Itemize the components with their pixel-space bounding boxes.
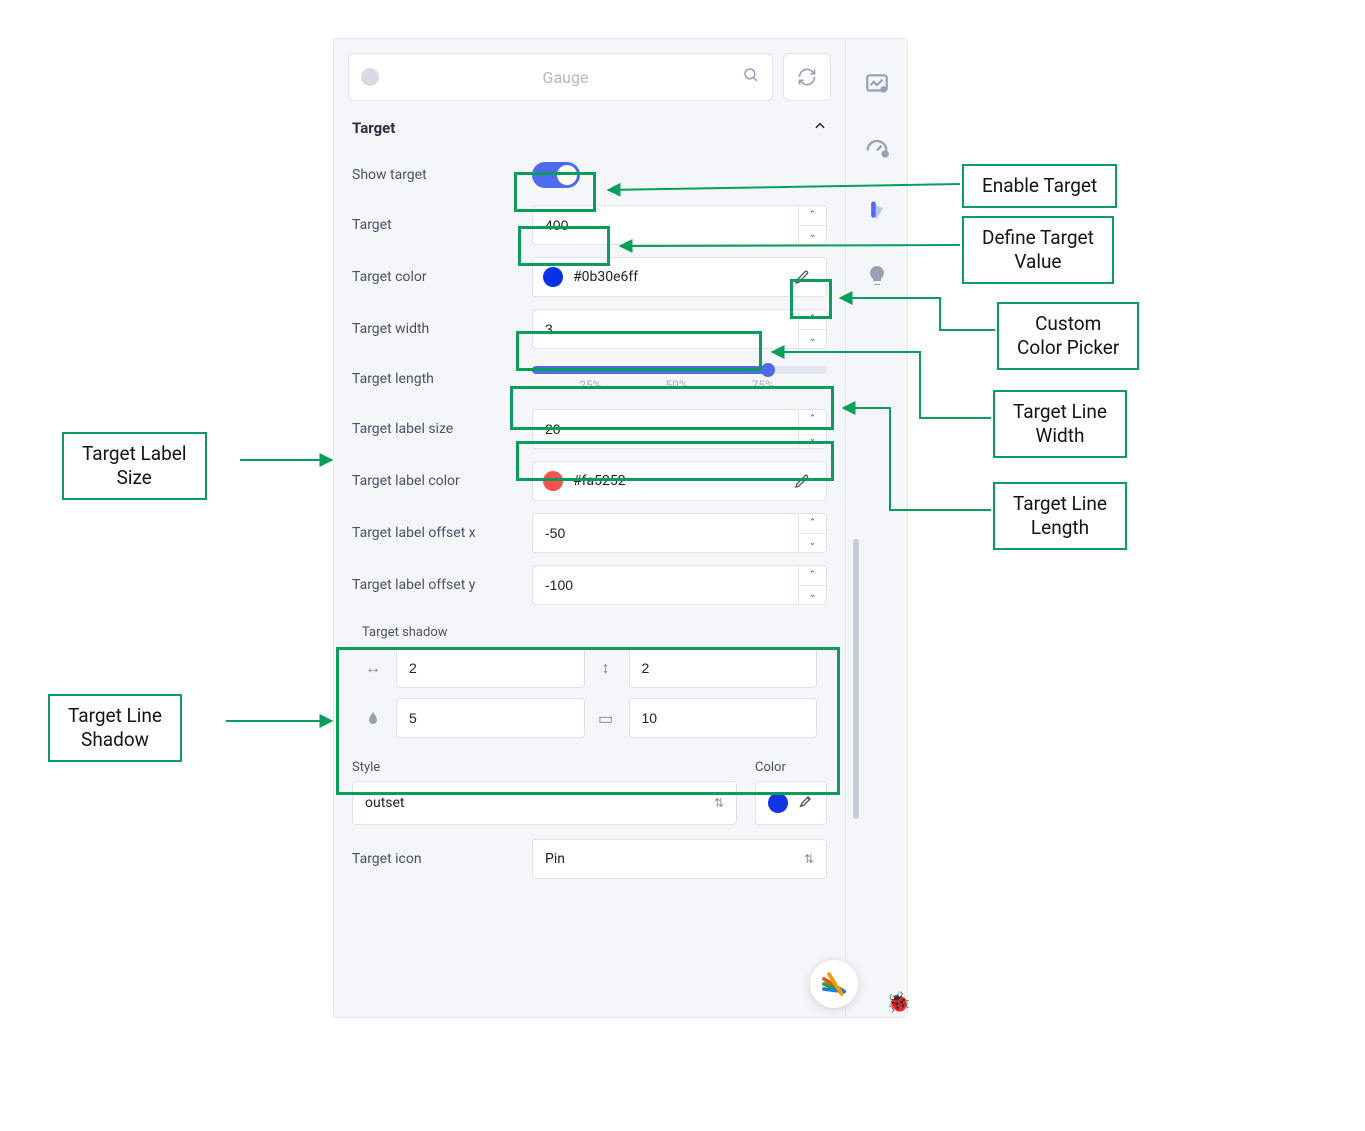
scrollbar[interactable] xyxy=(853,539,859,819)
bug-icon[interactable]: 🐞 xyxy=(886,990,911,1014)
shadow-color-picker[interactable] xyxy=(755,781,827,825)
callout-shadow: Target Line Shadow xyxy=(48,694,182,762)
target-label-color-edit-icon[interactable] xyxy=(788,467,816,495)
shadow-color-swatch xyxy=(768,793,788,813)
target-label-size-text[interactable] xyxy=(533,410,798,448)
chart-type-selector[interactable]: Gauge xyxy=(348,53,773,101)
shadow-h-input[interactable]: ⌃⌄ xyxy=(396,648,585,688)
offset-y-step-up[interactable]: ⌃ xyxy=(799,566,826,586)
shadow-spread-icon: ▭ xyxy=(595,707,617,729)
show-target-label: Show target xyxy=(352,167,522,183)
select-caret-icon: ⇅ xyxy=(804,852,814,866)
shadow-v-input[interactable]: ⌃⌄ xyxy=(629,648,818,688)
target-length-slider[interactable] xyxy=(532,366,827,374)
shadow-spread-text[interactable] xyxy=(630,699,818,737)
callout-enable-target: Enable Target xyxy=(962,164,1117,208)
slider-ticks: 25% 50% 75% xyxy=(532,378,827,392)
target-value-label: Target xyxy=(352,217,522,233)
search-icon[interactable] xyxy=(742,66,760,88)
target-width-text[interactable] xyxy=(533,310,798,348)
shadow-style-value: outset xyxy=(365,795,405,811)
shadow-blur-icon xyxy=(362,707,384,729)
shadow-h-icon: ↔ xyxy=(362,657,384,679)
offset-x-step-up[interactable]: ⌃ xyxy=(799,514,826,534)
target-width-step-down[interactable]: ⌄ xyxy=(799,330,826,349)
show-target-toggle[interactable] xyxy=(532,162,580,188)
target-color-swatch xyxy=(543,267,563,287)
target-color-field[interactable]: #0b30e6ff xyxy=(532,257,827,297)
target-value-step-up[interactable]: ⌃ xyxy=(799,206,826,226)
target-value-text[interactable] xyxy=(533,206,798,244)
shadow-color-label: Color xyxy=(755,760,827,775)
target-width-input[interactable]: ⌃ ⌄ xyxy=(532,309,827,349)
offset-y-text[interactable] xyxy=(533,566,798,604)
target-label-color-field[interactable]: #fa5252 xyxy=(532,461,827,501)
eyedropper-icon[interactable] xyxy=(798,793,814,813)
shadow-style-label: Style xyxy=(352,760,737,775)
target-value-input[interactable]: ⌃ ⌄ xyxy=(532,205,827,245)
section-title: Target xyxy=(352,119,395,137)
shadow-blur-input[interactable]: ⌃⌄ xyxy=(396,698,585,738)
target-color-edit-icon[interactable] xyxy=(788,263,816,291)
target-color-value: #0b30e6ff xyxy=(573,269,778,285)
target-value-step-down[interactable]: ⌄ xyxy=(799,226,826,245)
target-length-label: Target length xyxy=(352,371,522,387)
chart-type-chip-icon xyxy=(361,68,379,86)
select-caret-icon: ⇅ xyxy=(714,796,724,810)
offset-x-input[interactable]: ⌃⌄ xyxy=(532,513,827,553)
target-label-size-input[interactable]: ⌃ ⌄ xyxy=(532,409,827,449)
shadow-style-select[interactable]: outset ⇅ xyxy=(352,781,737,825)
chart-type-label: Gauge xyxy=(389,68,742,87)
target-icon-value: Pin xyxy=(545,851,565,867)
refresh-button[interactable] xyxy=(783,53,831,101)
target-width-label: Target width xyxy=(352,321,522,337)
callout-define-value: Define Target Value xyxy=(962,216,1114,284)
shadow-spread-input[interactable]: ⌃⌄ xyxy=(629,698,818,738)
offset-y-step-down[interactable]: ⌄ xyxy=(799,586,826,605)
rail-theme-icon[interactable] xyxy=(860,195,894,229)
target-label-size-step-down[interactable]: ⌄ xyxy=(799,430,826,449)
offset-y-label: Target label offset y xyxy=(352,577,522,593)
callout-label-size: Target Label Size xyxy=(62,432,207,500)
target-icon-select[interactable]: Pin ⇅ xyxy=(532,839,827,879)
offset-y-input[interactable]: ⌃⌄ xyxy=(532,565,827,605)
callout-line-length: Target Line Length xyxy=(993,482,1127,550)
target-label-size-step-up[interactable]: ⌃ xyxy=(799,410,826,430)
side-rail xyxy=(845,39,907,1017)
section-header[interactable]: Target xyxy=(348,111,831,151)
properties-panel: Gauge Target Show target xyxy=(333,38,908,1018)
target-icon-label: Target icon xyxy=(352,851,522,867)
rail-gauge-icon[interactable] xyxy=(860,131,894,165)
shadow-v-icon: ↕ xyxy=(595,657,617,679)
shadow-h-text[interactable] xyxy=(397,649,585,687)
offset-x-step-down[interactable]: ⌄ xyxy=(799,534,826,553)
target-label-color-swatch xyxy=(543,471,563,491)
target-shadow-group: Target shadow ↔ ⌃⌄ ↕ ⌃⌄ xyxy=(352,617,827,750)
target-width-step-up[interactable]: ⌃ xyxy=(799,310,826,330)
rail-tips-icon[interactable] xyxy=(860,259,894,293)
shadow-blur-text[interactable] xyxy=(397,699,585,737)
brand-logo[interactable] xyxy=(810,960,858,1008)
target-label-size-label: Target label size xyxy=(352,421,522,437)
collapse-icon[interactable] xyxy=(813,119,827,137)
shadow-v-text[interactable] xyxy=(630,649,818,687)
callout-line-width: Target Line Width xyxy=(993,390,1127,458)
target-color-label: Target color xyxy=(352,269,522,285)
target-label-color-label: Target label color xyxy=(352,473,522,489)
target-label-color-value: #fa5252 xyxy=(573,473,778,489)
offset-x-label: Target label offset x xyxy=(352,525,522,541)
offset-x-text[interactable] xyxy=(533,514,798,552)
target-shadow-title: Target shadow xyxy=(362,625,817,640)
rail-dashboard-icon[interactable] xyxy=(860,67,894,101)
callout-color-picker: Custom Color Picker xyxy=(997,302,1139,370)
